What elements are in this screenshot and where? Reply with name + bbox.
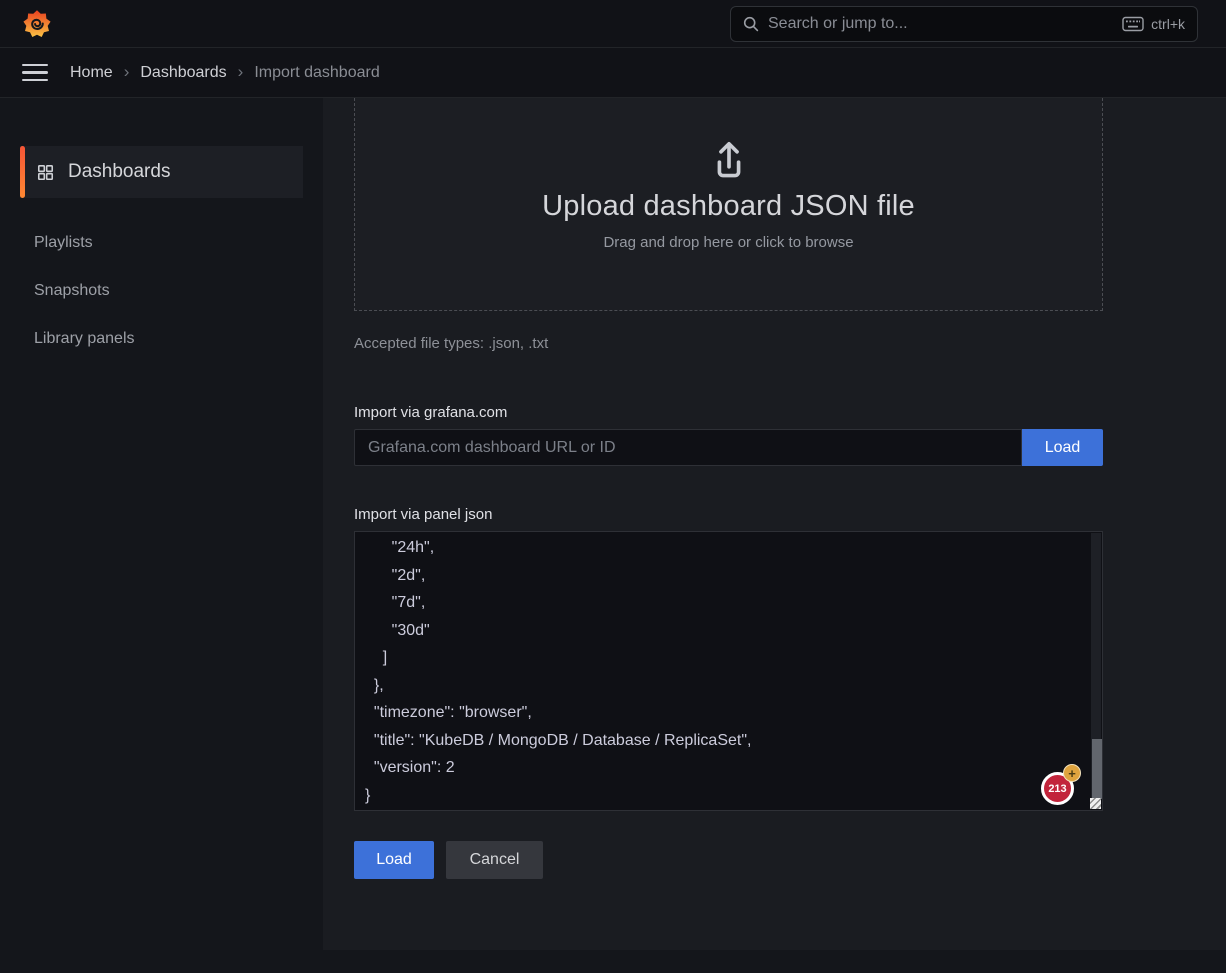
accepted-file-types-note: Accepted file types: .json, .txt [354,335,1103,352]
panel-json-textarea[interactable]: "24h", "2d", "7d", "30d" ] }, "timezone"… [354,531,1103,811]
extension-badge[interactable]: 213 + [1041,772,1075,806]
sidebar-item-library-panels[interactable]: Library panels [34,315,323,363]
form-actions: Load Cancel [354,841,1103,879]
sidebar: Dashboards Playlists Snapshots Library p… [0,98,323,973]
breadcrumb: Home › Dashboards › Import dashboard [70,63,380,82]
search-placeholder: Search or jump to... [768,15,908,33]
sidebar-section-label: Dashboards [68,161,170,183]
search-bar[interactable]: Search or jump to... ctrl+k [730,6,1198,42]
upload-dropzone[interactable]: Upload dashboard JSON file Drag and drop… [354,98,1103,311]
shortcut-label: ctrl+k [1151,16,1185,32]
breadcrumb-home[interactable]: Home [70,64,113,82]
load-button[interactable]: Load [354,841,434,879]
cancel-button[interactable]: Cancel [446,841,543,879]
top-bar: Search or jump to... ctrl+k [0,0,1226,48]
sidebar-item-snapshots[interactable]: Snapshots [34,267,323,315]
import-panel-json-label: Import via panel json [354,506,1103,523]
breadcrumb-bar: Home › Dashboards › Import dashboard [0,48,1226,98]
search-icon [743,16,759,32]
upload-icon [706,138,752,184]
grafana-com-url-input[interactable] [354,429,1022,466]
import-grafana-com-label: Import via grafana.com [354,404,1103,421]
gcom-load-button[interactable]: Load [1022,429,1103,466]
textarea-scrollbar-thumb[interactable] [1092,739,1102,799]
dropzone-title: Upload dashboard JSON file [542,190,915,223]
chevron-right-icon: › [238,63,244,82]
sidebar-links: Playlists Snapshots Library panels [0,219,323,363]
textarea-resize-handle[interactable] [1090,798,1101,809]
menu-toggle-button[interactable] [22,64,48,82]
extension-badge-plus-icon: + [1063,764,1081,782]
grafana-com-import-row: Load [354,429,1103,466]
breadcrumb-current-page: Import dashboard [254,64,379,82]
keyboard-icon [1122,16,1144,32]
apps-grid-icon [36,163,55,182]
content-area: Dashboards Playlists Snapshots Library p… [0,98,1226,973]
dropzone-subtitle: Drag and drop here or click to browse [603,234,853,251]
sidebar-item-dashboards[interactable]: Dashboards [20,146,303,198]
sidebar-item-playlists[interactable]: Playlists [34,219,323,267]
active-indicator [20,146,25,198]
chevron-right-icon: › [124,63,130,82]
grafana-logo-icon [22,9,52,39]
breadcrumb-dashboards[interactable]: Dashboards [140,64,226,82]
panel-json-content: "24h", "2d", "7d", "30d" ] }, "timezone"… [355,532,1102,809]
grafana-logo[interactable] [22,9,52,39]
main-panel: Upload dashboard JSON file Drag and drop… [323,98,1226,950]
search-shortcut: ctrl+k [1122,16,1185,32]
